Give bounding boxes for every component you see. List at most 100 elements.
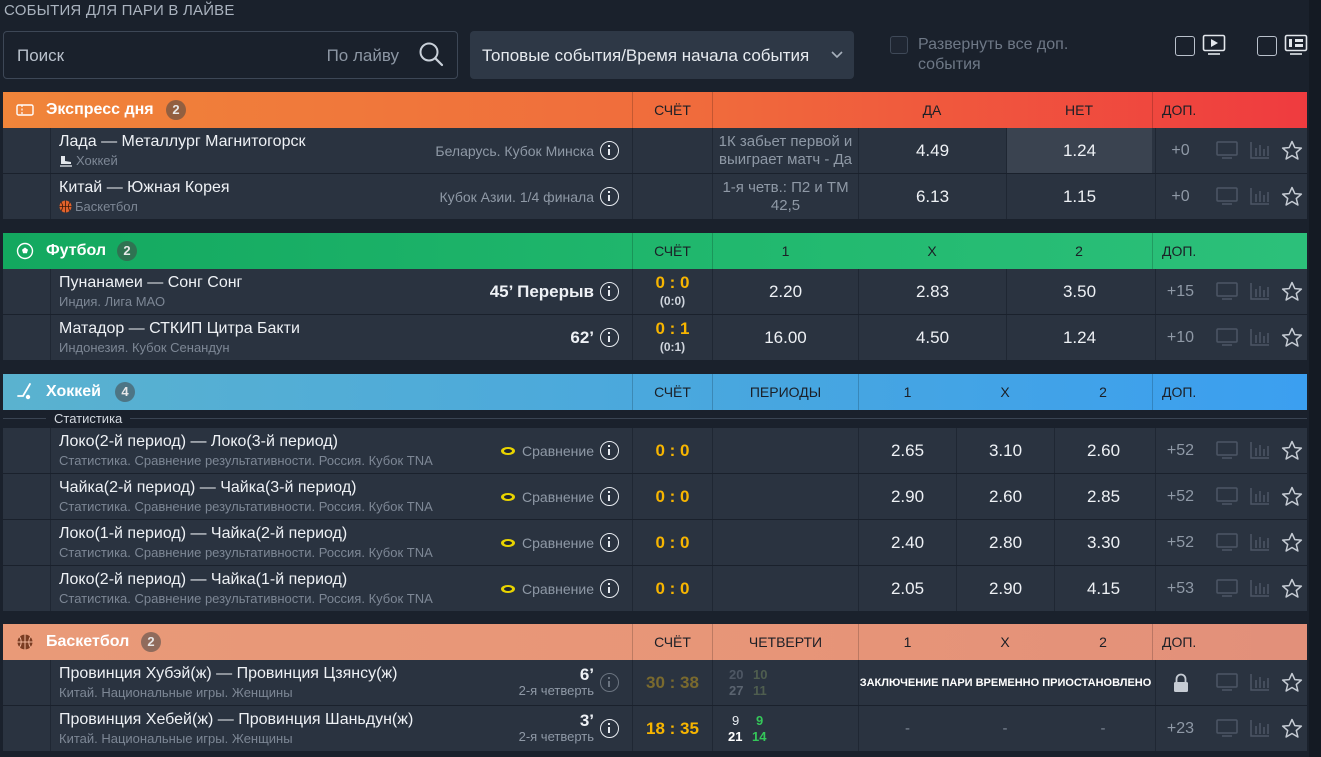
section-header-football[interactable]: Футбол 2 СЧЁТ 1 X 2 ДОП. — [3, 233, 1307, 269]
stats-icon[interactable] — [1249, 327, 1271, 347]
odd-x[interactable]: 2.60 — [956, 474, 1054, 519]
tv-icon[interactable] — [1216, 140, 1238, 160]
stats-icon[interactable] — [1249, 578, 1271, 598]
event-title[interactable]: Чайка(2-й период) — Чайка(3-й период) — [59, 479, 356, 497]
tv-icon[interactable] — [1216, 532, 1238, 552]
expand-all-checkbox[interactable] — [890, 36, 908, 54]
odd-1[interactable]: 2.65 — [858, 428, 956, 473]
scoreboard-filter-checkbox[interactable] — [1257, 36, 1277, 56]
odd-no[interactable]: 1.15 — [1006, 174, 1152, 219]
more-markets[interactable]: +0 — [1155, 128, 1205, 173]
table-row[interactable]: Провинция Хебей(ж) — Провинция Шаньдун(ж… — [3, 706, 1307, 752]
info-icon[interactable] — [600, 187, 619, 206]
compare-link[interactable]: Сравнение — [522, 581, 594, 597]
info-icon[interactable] — [600, 533, 619, 552]
star-icon[interactable] — [1281, 281, 1303, 302]
info-icon[interactable] — [600, 673, 619, 692]
table-row[interactable]: Китай — Южная Корея Баскетбол Кубок Азии… — [3, 174, 1307, 220]
stats-icon[interactable] — [1249, 186, 1271, 206]
search-icon[interactable] — [418, 41, 444, 67]
event-title[interactable]: Китай — Южная Корея — [59, 179, 230, 197]
event-title[interactable]: Пунанамеи — Сонг Сонг — [59, 274, 242, 292]
tv-icon[interactable] — [1216, 281, 1238, 301]
info-icon[interactable] — [600, 719, 619, 738]
star-icon[interactable] — [1281, 486, 1303, 507]
info-icon[interactable] — [600, 579, 619, 598]
stats-icon[interactable] — [1249, 718, 1271, 738]
table-row[interactable]: Провинция Хубэй(ж) — Провинция Цзянсу(ж)… — [3, 660, 1307, 706]
odd-1[interactable]: 2.40 — [858, 520, 956, 565]
stats-icon[interactable] — [1249, 486, 1271, 506]
event-title[interactable]: Локо(2-й период) — Чайка(1-й период) — [59, 571, 347, 589]
odd-1[interactable]: 2.20 — [712, 269, 858, 314]
tv-icon[interactable] — [1216, 486, 1238, 506]
star-icon[interactable] — [1281, 532, 1303, 553]
table-row[interactable]: Локо(2-й период) — Локо(3-й период) Стат… — [3, 428, 1307, 474]
scrollbar[interactable] — [1309, 0, 1321, 757]
section-header-hockey[interactable]: Хоккей 4 СЧЁТ ПЕРИОДЫ 1 X 2 ДОП. — [3, 374, 1307, 410]
search-box[interactable]: Поиск По лайву — [3, 31, 458, 79]
odd-no[interactable]: 1.24 — [1006, 128, 1152, 173]
odd-1[interactable]: 2.90 — [858, 474, 956, 519]
tv-icon[interactable] — [1216, 327, 1238, 347]
stats-icon[interactable] — [1249, 532, 1271, 552]
section-header-basketball[interactable]: Баскетбол 2 СЧЁТ ЧЕТВЕРТИ 1 X 2 ДОП. — [3, 624, 1307, 660]
star-icon[interactable] — [1281, 327, 1303, 348]
table-row[interactable]: Локо(1-й период) — Чайка(2-й период) Ста… — [3, 520, 1307, 566]
odd-x[interactable]: 2.80 — [956, 520, 1054, 565]
more-markets[interactable] — [1155, 660, 1205, 705]
more-markets[interactable]: +52 — [1155, 428, 1205, 473]
info-icon[interactable] — [600, 328, 619, 347]
star-icon[interactable] — [1281, 440, 1303, 461]
odd-yes[interactable]: 6.13 — [858, 174, 1006, 219]
table-row[interactable]: Матадор — СТКИП Цитра Бакти Индонезия. К… — [3, 315, 1307, 361]
compare-link[interactable]: Сравнение — [522, 489, 594, 505]
odd-x[interactable]: 3.10 — [956, 428, 1054, 473]
odd-x[interactable]: 2.90 — [956, 566, 1054, 611]
tv-icon[interactable] — [1216, 186, 1238, 206]
info-icon[interactable] — [600, 282, 619, 301]
section-header-express[interactable]: Экспресс дня 2 СЧЁТ ДА НЕТ ДОП. — [3, 92, 1307, 128]
table-row[interactable]: Пунанамеи — Сонг Сонг Индия. Лига МАО 45… — [3, 269, 1307, 315]
odd-x[interactable]: 4.50 — [858, 315, 1006, 360]
stats-icon[interactable] — [1249, 440, 1271, 460]
info-icon[interactable] — [600, 441, 619, 460]
more-markets[interactable]: +15 — [1155, 269, 1205, 314]
odd-2[interactable]: 1.24 — [1006, 315, 1152, 360]
odd-2[interactable]: 2.85 — [1054, 474, 1152, 519]
tv-icon[interactable] — [1216, 672, 1238, 692]
star-icon[interactable] — [1281, 718, 1303, 739]
odd-1[interactable]: 16.00 — [712, 315, 858, 360]
odd-yes[interactable]: 4.49 — [858, 128, 1006, 173]
info-icon[interactable] — [600, 487, 619, 506]
stats-icon[interactable] — [1249, 281, 1271, 301]
tv-icon[interactable] — [1216, 718, 1238, 738]
star-icon[interactable] — [1281, 186, 1303, 207]
stats-icon[interactable] — [1249, 672, 1271, 692]
more-markets[interactable]: +10 — [1155, 315, 1205, 360]
more-markets[interactable]: +23 — [1155, 706, 1205, 751]
odd-2[interactable]: 2.60 — [1054, 428, 1152, 473]
table-row[interactable]: Локо(2-й период) — Чайка(1-й период) Ста… — [3, 566, 1307, 612]
event-title[interactable]: Провинция Хебей(ж) — Провинция Шаньдун(ж… — [59, 711, 413, 729]
tv-icon[interactable] — [1216, 578, 1238, 598]
event-title[interactable]: Провинция Хубэй(ж) — Провинция Цзянсу(ж) — [59, 665, 397, 683]
sort-select[interactable]: Топовые события/Время начала события — [470, 31, 854, 79]
table-row[interactable]: Лада — Металлург Магнитогорск Хоккей Бел… — [3, 128, 1307, 174]
more-markets[interactable]: +0 — [1155, 174, 1205, 219]
odd-1[interactable]: 2.05 — [858, 566, 956, 611]
event-title[interactable]: Лада — Металлург Магнитогорск — [59, 133, 305, 151]
event-title[interactable]: Матадор — СТКИП Цитра Бакти — [59, 320, 300, 338]
table-row[interactable]: Чайка(2-й период) — Чайка(3-й период) Ст… — [3, 474, 1307, 520]
more-markets[interactable]: +53 — [1155, 566, 1205, 611]
star-icon[interactable] — [1281, 578, 1303, 599]
odd-x[interactable]: 2.83 — [858, 269, 1006, 314]
star-icon[interactable] — [1281, 672, 1303, 693]
odd-2[interactable]: 3.30 — [1054, 520, 1152, 565]
compare-link[interactable]: Сравнение — [522, 535, 594, 551]
event-title[interactable]: Локо(1-й период) — Чайка(2-й период) — [59, 525, 347, 543]
more-markets[interactable]: +52 — [1155, 520, 1205, 565]
event-title[interactable]: Локо(2-й период) — Локо(3-й период) — [59, 433, 338, 451]
stats-icon[interactable] — [1249, 140, 1271, 160]
info-icon[interactable] — [600, 141, 619, 160]
